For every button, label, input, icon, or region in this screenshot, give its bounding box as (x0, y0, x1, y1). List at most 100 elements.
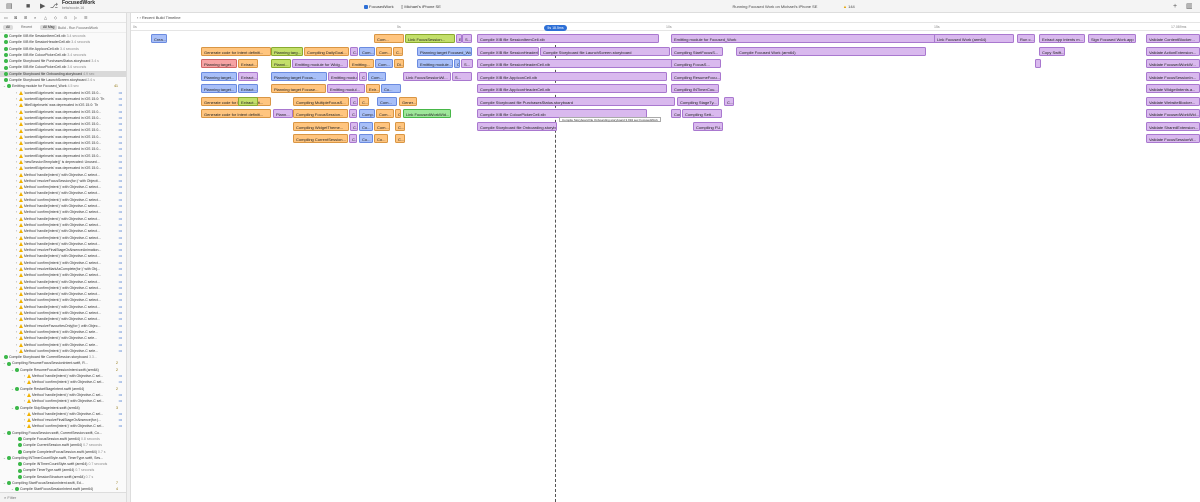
timeline-task-bar[interactable]: Emitting... (349, 59, 374, 68)
inspector-toggle-icon[interactable]: ▥ (1186, 2, 1193, 11)
timeline-task-bar[interactable]: Compile Storyboard file LaunchScreen.sto… (540, 46, 670, 56)
timeline-task-bar[interactable]: C (395, 109, 401, 118)
sidebar-toggle-icon[interactable]: ▤ (6, 2, 13, 11)
timeline-task-bar[interactable]: Compiling StartFocusS... (671, 46, 723, 56)
timeline-task-bar[interactable]: Extract app intents m... (1039, 34, 1085, 43)
scheme-selector[interactable]: FocusedWork (364, 3, 394, 10)
timeline-task-bar[interactable]: Com... (374, 34, 404, 43)
timeline-task-bar[interactable]: C... (350, 96, 358, 106)
timeline-task-bar[interactable]: Extract... (238, 84, 258, 93)
timeline-task-bar[interactable]: Generate code for Intent definiti... (201, 96, 271, 106)
device-selector[interactable]: ▯ Michael's iPhone SE (401, 3, 441, 10)
timeline-task-bar[interactable]: Extr... (366, 84, 380, 93)
timeline-task-bar[interactable]: C... (395, 121, 405, 131)
timeline-task-bar[interactable]: C... (349, 134, 357, 143)
stop-icon[interactable]: ■ (26, 2, 30, 11)
timeline-task-bar[interactable]: Compiling FocusSession... (293, 109, 348, 118)
timeline-task-bar[interactable]: Co... (381, 84, 401, 93)
timeline-task-bar[interactable]: Link FocusSessionWi... (403, 71, 451, 81)
timeline-task-bar[interactable]: Validate FocusedWorkWid... (1146, 109, 1200, 118)
timeline-task-bar[interactable]: Compiling Sett... (682, 109, 722, 118)
timeline-task-bar[interactable]: Compile Storyboard file PurchasesStatus.… (477, 96, 675, 106)
tab-all[interactable]: All (3, 25, 13, 30)
timeline-task-bar[interactable]: Generate code for Intent definiti... (201, 46, 271, 56)
tab-all-messages[interactable]: All Msg (40, 25, 58, 30)
tab-recent[interactable]: Recent (18, 25, 35, 30)
timeline-task-bar[interactable]: Compile XIB file AppIconHeaderCell.xib (477, 84, 667, 93)
timeline-task-bar[interactable]: Compiling DailyGoal... (304, 46, 349, 56)
timeline-task-bar[interactable]: Planning target... (201, 84, 237, 93)
timeline-task-bar[interactable]: Validate SharedExtension... (1146, 121, 1200, 131)
timeline-task-bar[interactable]: Planning targ... (271, 46, 303, 56)
debug-icon[interactable]: ⊙ (64, 15, 67, 20)
timeline-task-bar[interactable]: Co... (359, 134, 373, 143)
issues-icon[interactable]: △ (44, 15, 47, 20)
timeline-task-bar[interactable]: Com... (375, 59, 393, 68)
timeline-task-bar[interactable]: Com... (376, 46, 392, 56)
timeline-task-bar[interactable]: Co... (359, 121, 373, 131)
filter-field[interactable]: ⌕ Filter (0, 492, 126, 502)
timeline-task-bar[interactable]: Emitting module for Widg... (292, 59, 348, 68)
timeline-task-bar[interactable]: Link FocusSession... (405, 34, 455, 43)
timeline-task-bar[interactable]: Compile XIB file SessionItemCell.xib (477, 34, 659, 43)
timeline-task-bar[interactable]: C... (724, 96, 734, 106)
reports-icon[interactable]: ☰ (84, 15, 88, 20)
timeline-task-bar[interactable]: Planning target... (201, 71, 237, 81)
timeline-task-bar[interactable]: Plann... (273, 109, 293, 118)
timeline-task-bar[interactable]: C... (349, 109, 357, 118)
warning-count[interactable]: ▲ 144 (843, 3, 855, 10)
timeline-task-bar[interactable]: S... (461, 59, 473, 68)
timeline-task-bar[interactable]: Validate WidgetIntents.a... (1146, 84, 1200, 93)
timeline-task-bar[interactable]: Compile XIB file AppIconCell.xib (477, 71, 667, 81)
source-control-icon[interactable]: ⊠ (14, 15, 17, 20)
timeline-task-bar[interactable]: Compiling INTimerCou... (671, 84, 719, 93)
timeline-task-bar[interactable]: Copy Swift... (1039, 46, 1065, 56)
timeline-task-bar[interactable]: Planning target... (201, 59, 237, 68)
timeline-task-bar[interactable]: Emitting module... (417, 59, 453, 68)
timeline-task-bar[interactable]: C (359, 71, 367, 81)
timeline-task-bar[interactable]: Com... (359, 46, 375, 56)
timeline-task-bar[interactable]: Crea... (151, 34, 167, 43)
timeline-task-bar[interactable]: Validate ActionExtension... (1146, 46, 1200, 56)
timeline-task-bar[interactable]: Extract... (238, 59, 258, 68)
timeline-task-bar[interactable]: C... (350, 46, 358, 56)
timeline-task-bar[interactable]: Compiling MultipleFocusS... (293, 96, 349, 106)
timeline-task-bar[interactable]: Planning target Focus... (271, 71, 327, 81)
timeline-task-bar[interactable]: Emitting modu... (328, 71, 358, 81)
timeline-task-bar[interactable]: C (454, 59, 460, 68)
timeline-task-bar[interactable]: Emitting modul... (327, 84, 365, 93)
timeline-task-bar[interactable]: Emitting module for Focused_Work (671, 34, 936, 43)
timeline-task-bar[interactable]: Extract... (238, 96, 258, 106)
breakpoint-icon[interactable]: ▷ (74, 15, 77, 20)
timeline-task-bar[interactable]: C... (359, 96, 369, 106)
timeline-task-bar[interactable]: Planni... (271, 59, 291, 68)
timeline-task-bar[interactable]: Link FocusedWorkWid... (403, 109, 451, 118)
timeline-task-bar[interactable]: Generate code for Intent definiti... (201, 109, 271, 118)
timeline-task-bar[interactable] (1035, 59, 1041, 68)
timeline-task-bar[interactable]: Gener... (399, 96, 417, 106)
timeline-task-bar[interactable]: S... (462, 34, 472, 43)
timeline-task-bar[interactable]: Validate WebsiteBlocker... (1146, 96, 1200, 106)
timeline-task-bar[interactable]: Di... (394, 59, 404, 68)
timeline-task-bar[interactable]: Compiling FocusS... (671, 59, 721, 68)
timeline-task-bar[interactable]: Compiling StageTy... (677, 96, 719, 106)
timeline-task-bar[interactable]: Co... (374, 134, 388, 143)
timeline-task-bar[interactable]: Run c... (1017, 34, 1035, 43)
timeline-task-bar[interactable]: Validate FocusedWorkW... (1146, 59, 1200, 68)
timeline-task-bar[interactable]: C... (350, 121, 358, 131)
tests-icon[interactable]: ◇ (54, 15, 57, 20)
timeline-task-bar[interactable]: Compile Storyboard file Onboarding.story… (477, 121, 557, 131)
timeline-task-bar[interactable]: Com... (374, 121, 390, 131)
timeline-task-bar[interactable]: Compiling WidgetTheme... (293, 121, 349, 131)
timeline-task-bar[interactable]: Com... (368, 71, 386, 81)
timeline-task-bar[interactable]: Compile XIB file SessionHeaderCell.xib (477, 46, 539, 56)
timeline-task-bar[interactable]: Com... (671, 109, 681, 118)
timeline-task-bar[interactable]: Planning target Focuse... (271, 84, 326, 93)
timeline-task-bar[interactable]: Com... (376, 109, 394, 118)
run-icon[interactable]: ▶ (40, 2, 45, 11)
timeline-task-bar[interactable]: C... (393, 46, 403, 56)
timeline-task-bar[interactable]: Compiling CurrentSession... (293, 134, 348, 143)
timeline-task-bar[interactable]: Compile Focused Work (arm64) (736, 46, 926, 56)
timeline-task-bar[interactable]: Com... (377, 96, 397, 106)
symbol-icon[interactable]: ⊞ (24, 15, 27, 20)
